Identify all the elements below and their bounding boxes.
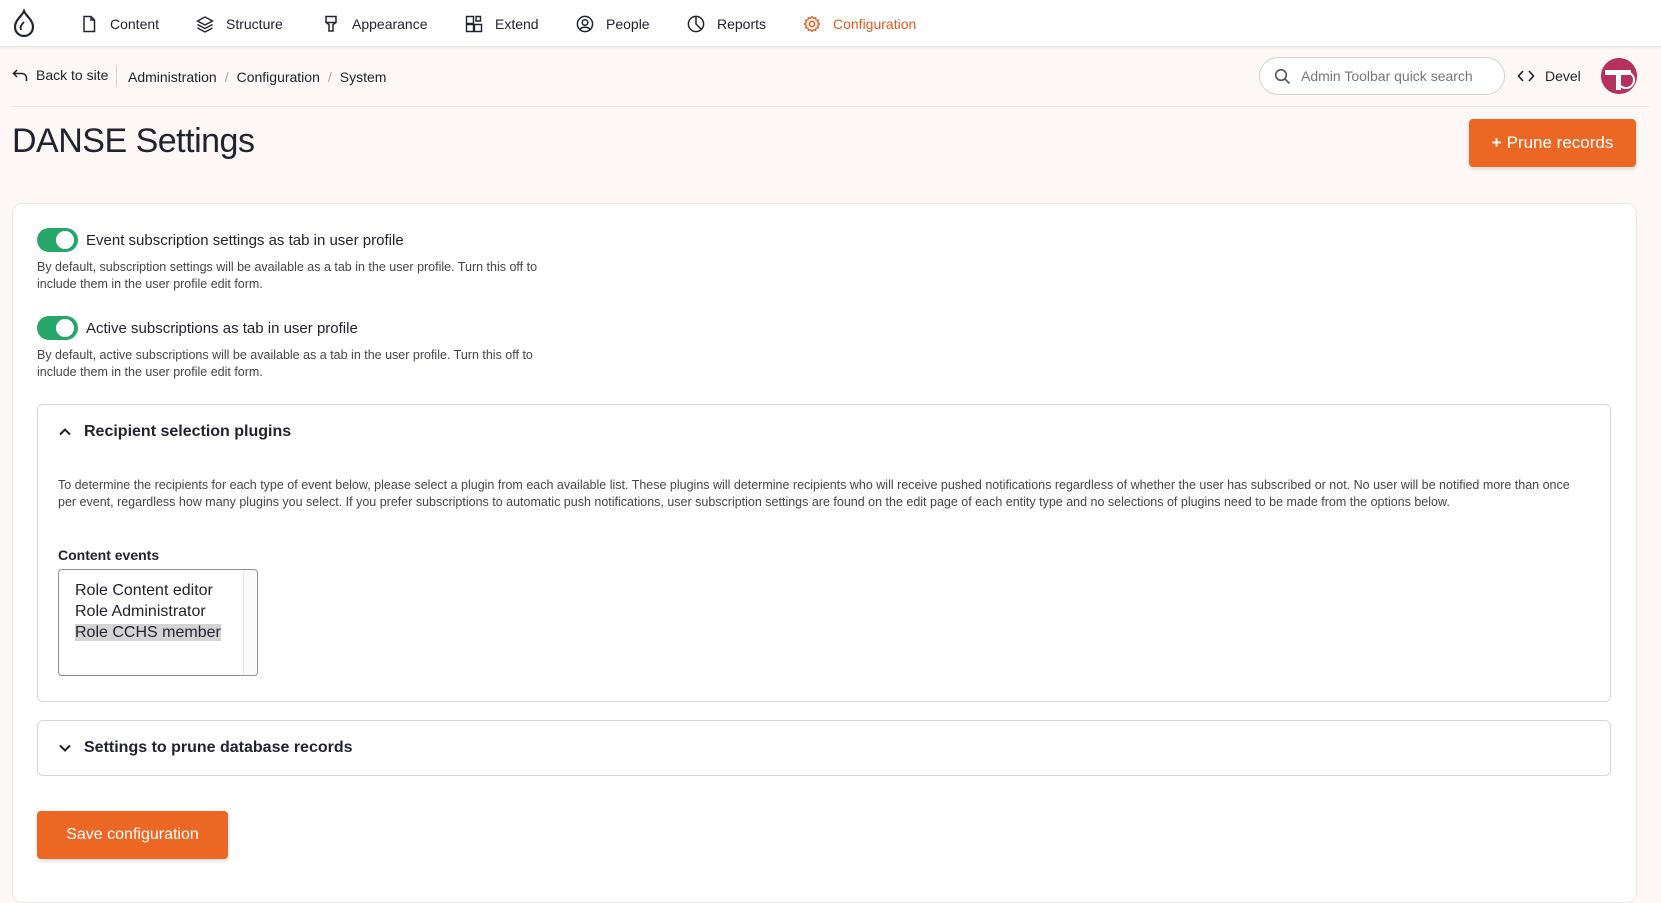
chevron-up-icon [59, 428, 71, 436]
nav-configuration-label: Configuration [833, 15, 917, 32]
toggle-row-active-subscriptions: Active subscriptions as tab in user prof… [37, 316, 358, 340]
content-events-option-selected[interactable]: Role CCHS member [59, 622, 257, 643]
prune-settings-details: Settings to prune database records [37, 720, 1611, 776]
admin-toolbar-search[interactable] [1259, 57, 1505, 95]
divider [116, 65, 117, 87]
nav-reports-label: Reports [717, 15, 767, 32]
save-configuration-button[interactable]: Save configuration [37, 811, 228, 859]
nav-extend[interactable]: Extend [465, 0, 539, 47]
breadcrumb-bar: Back to site Administration / Configurat… [12, 47, 1649, 107]
nav-appearance-label: Appearance [352, 15, 428, 32]
back-to-site-label: Back to site [36, 67, 109, 83]
nav-structure-label: Structure [226, 15, 283, 32]
nav-content[interactable]: Content [80, 0, 159, 47]
breadcrumb-administration[interactable]: Administration [128, 69, 217, 85]
content-events-option[interactable]: Role Administrator [59, 601, 257, 622]
plus-icon: + [1491, 133, 1502, 152]
nav-reports[interactable]: Reports [687, 0, 766, 47]
code-icon [1517, 70, 1535, 82]
devel-menu[interactable]: Devel [1517, 68, 1581, 84]
page-title: DANSE Settings [12, 122, 255, 160]
subscription-tab-toggle[interactable] [37, 228, 78, 252]
nav-people[interactable]: People [576, 0, 650, 47]
puzzle-icon [465, 15, 483, 32]
file-icon [83, 15, 96, 32]
nav-people-label: People [606, 15, 650, 32]
breadcrumb-separator: / [327, 69, 332, 85]
search-icon [1274, 68, 1291, 84]
nav-extend-label: Extend [495, 15, 539, 32]
prune-records-button[interactable]: + Prune records [1469, 119, 1636, 167]
breadcrumb: Administration / Configuration / System [128, 69, 386, 85]
content-events-select[interactable]: Role Content editor Role Administrator R… [58, 569, 258, 676]
recipient-selection-details: Recipient selection plugins To determine… [37, 404, 1611, 702]
back-to-site-link[interactable]: Back to site [12, 67, 108, 83]
subscription-tab-description: By default, subscription settings will b… [37, 260, 538, 291]
recipient-selection-summary[interactable]: Recipient selection plugins [58, 423, 291, 441]
nav-appearance[interactable]: Appearance [322, 0, 428, 47]
content-events-option[interactable]: Role Content editor [59, 580, 257, 601]
breadcrumb-configuration[interactable]: Configuration [237, 69, 320, 85]
breadcrumb-system[interactable]: System [340, 69, 387, 85]
user-circle-icon [576, 15, 594, 32]
recipient-selection-title: Recipient selection plugins [84, 423, 292, 440]
select-scrollbar[interactable] [243, 570, 257, 675]
gear-icon [803, 15, 821, 32]
content-events-label: Content events [58, 547, 160, 563]
prune-records-label: Prune records [1506, 133, 1614, 152]
devel-label: Devel [1545, 68, 1581, 84]
toggle-row-subscription-tab: Event subscription settings as tab in us… [37, 228, 404, 252]
recipient-selection-description: To determine the recipients for each typ… [58, 478, 1570, 509]
active-subscriptions-description: By default, active subscriptions will be… [37, 348, 533, 379]
nav-content-label: Content [110, 15, 160, 32]
nav-configuration[interactable]: Configuration [803, 0, 916, 47]
breadcrumb-separator: / [224, 69, 229, 85]
admin-toolbar: Content Structure Appearance Extend Peop… [0, 0, 1661, 47]
nav-structure[interactable]: Structure [196, 0, 283, 47]
search-input[interactable] [1301, 68, 1491, 84]
subscription-tab-toggle-label: Event subscription settings as tab in us… [86, 231, 404, 249]
drupal-logo-icon[interactable] [12, 9, 36, 37]
prune-settings-summary[interactable]: Settings to prune database records [58, 739, 353, 757]
avatar-image [1601, 58, 1637, 94]
brush-icon [325, 15, 337, 32]
settings-form: Event subscription settings as tab in us… [12, 203, 1637, 903]
active-subscriptions-toggle-label: Active subscriptions as tab in user prof… [86, 319, 358, 337]
active-subscriptions-toggle[interactable] [37, 316, 78, 340]
chevron-down-icon [59, 744, 71, 752]
pie-chart-icon [687, 15, 705, 32]
avatar[interactable] [1601, 58, 1637, 94]
prune-settings-title: Settings to prune database records [84, 739, 353, 756]
back-arrow-icon [12, 69, 28, 81]
layers-icon [196, 15, 214, 33]
